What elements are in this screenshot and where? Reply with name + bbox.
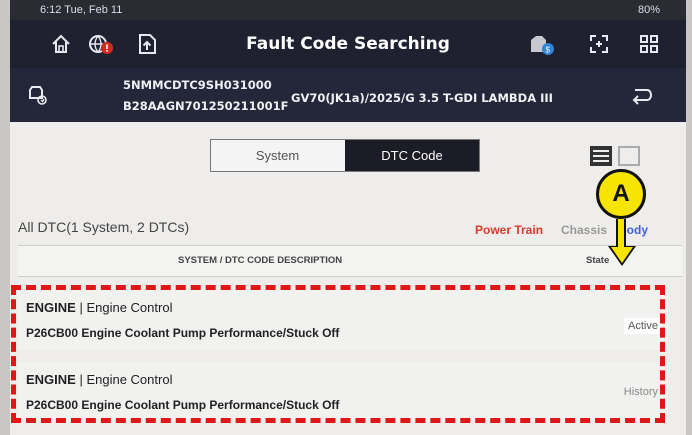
table-header: SYSTEM / DTC CODE DESCRIPTION State	[18, 245, 682, 277]
table-row[interactable]: ENGINE | Engine Control P26CB00 Engine C…	[18, 290, 668, 350]
status-time: 6:12 Tue, Feb 11	[40, 4, 123, 16]
filter-power-train[interactable]: Power Train	[475, 223, 543, 237]
vin-number: 5NMMCDTC9SH031000	[123, 78, 272, 92]
subsystem-name: Engine Control	[86, 372, 173, 387]
tab-system[interactable]: System	[211, 140, 344, 171]
column-header-state: State	[586, 255, 610, 266]
dtc-code: P26CB00	[26, 326, 79, 340]
vehicle-model: GV70(JK1a)/2025/G 3.5 T-GDI LAMBDA III	[291, 91, 553, 105]
vehicle-settings-icon[interactable]: $	[528, 32, 554, 60]
battery-level: 80%	[637, 4, 660, 16]
list-view-icon[interactable]	[590, 146, 612, 166]
vehicle-code: B28AAGN701250211001F	[123, 99, 289, 113]
row-system: ENGINE | Engine Control	[26, 372, 173, 387]
page-title: Fault Code Searching	[246, 34, 450, 54]
column-header-description: SYSTEM / DTC CODE DESCRIPTION	[178, 255, 343, 266]
menu-grid-icon[interactable]	[638, 33, 660, 59]
dtc-summary: All DTC(1 System, 2 DTCs)	[18, 219, 190, 235]
callout-arrow-head	[611, 247, 633, 263]
status-bar: 6:12 Tue, Feb 11 80%	[10, 0, 686, 20]
filter-power-train-label: Power Train	[475, 223, 544, 237]
table-row[interactable]: ENGINE | Engine Control P26CB00 Engine C…	[18, 362, 668, 422]
subsystem-name: Engine Control	[86, 300, 173, 315]
tablet-screen: 6:12 Tue, Feb 11 80% Fault Code Searchin…	[10, 0, 686, 435]
filter-chassis[interactable]: Chassis	[561, 223, 607, 237]
row-dtc: P26CB00 Engine Coolant Pump Performance/…	[26, 398, 339, 412]
dtc-description: Engine Coolant Pump Performance/Stuck Of…	[81, 326, 340, 340]
svg-text:$: $	[546, 46, 551, 55]
grid-view-icon[interactable]	[618, 146, 640, 166]
main-content: System DTC Code All DTC(1 System, 2 DTCs…	[10, 122, 686, 435]
system-name: ENGINE	[26, 300, 76, 315]
filter-chassis-label: Chassis	[561, 223, 608, 237]
photo-frame: 6:12 Tue, Feb 11 80% Fault Code Searchin…	[0, 0, 692, 435]
vehicle-info-bar: 5NMMCDTC9SH031000 B28AAGN701250211001F G…	[10, 68, 686, 122]
vehicle-connection-icon[interactable]	[26, 84, 48, 110]
status-badge: Active	[624, 318, 662, 334]
status-badge: History	[623, 386, 658, 398]
dtc-code: P26CB00	[26, 398, 79, 412]
callout-label: A	[596, 169, 646, 219]
return-icon[interactable]	[630, 84, 654, 110]
tab-dtc-code[interactable]: DTC Code	[345, 140, 479, 171]
fullscreen-icon[interactable]	[588, 33, 610, 59]
row-system: ENGINE | Engine Control	[26, 300, 173, 315]
callout-arrow	[616, 219, 626, 249]
row-dtc: P26CB00 Engine Coolant Pump Performance/…	[26, 326, 339, 340]
view-toggle: System DTC Code	[210, 139, 480, 172]
dtc-description: Engine Coolant Pump Performance/Stuck Of…	[81, 398, 340, 412]
title-bar: Fault Code Searching $	[10, 20, 686, 68]
system-name: ENGINE	[26, 372, 76, 387]
